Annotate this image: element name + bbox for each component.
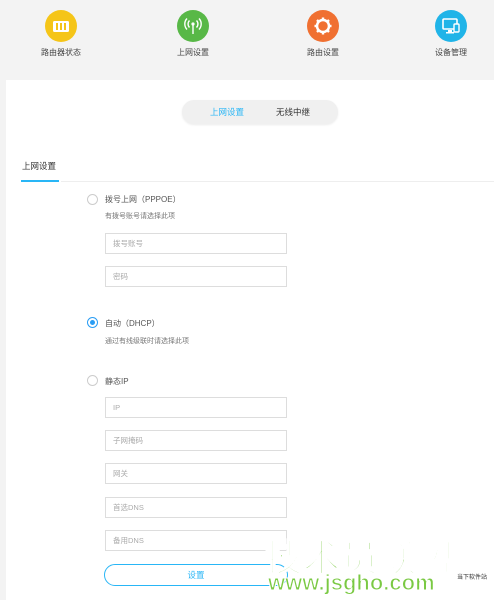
nav-label: 路由器状态: [41, 48, 81, 57]
pppoe-hint: 有拨号账号请选择此项: [105, 213, 175, 220]
dhcp-radio[interactable]: [87, 317, 98, 328]
nav-label: 路由设置: [307, 48, 339, 57]
top-navigation: 路由器状态 上网设置 路由设置 设备管理: [0, 0, 494, 80]
static-ip-label: 静态IP: [105, 377, 129, 386]
submit-settings-button[interactable]: 设置: [104, 564, 288, 586]
wifi-antenna-icon: [177, 10, 209, 42]
watermark-url: www.jsgho.com: [268, 570, 436, 596]
pppoe-account-input[interactable]: 拨号账号: [105, 233, 287, 254]
section-title: 上网设置: [22, 161, 57, 171]
tab-internet-settings[interactable]: 上网设置: [210, 100, 244, 124]
dhcp-label: 自动（DHCP）: [105, 319, 160, 328]
pppoe-password-input[interactable]: 密码: [105, 266, 287, 287]
subtab-switcher: 上网设置 无线中继: [182, 100, 338, 124]
watermark-corner-text: 当下软件站: [457, 575, 488, 581]
secondary-dns-input[interactable]: 备用DNS: [105, 530, 287, 551]
pppoe-radio[interactable]: [87, 194, 98, 205]
section-divider: [61, 181, 494, 182]
subnet-mask-input[interactable]: 子网掩码: [105, 430, 287, 451]
nav-item-device-management[interactable]: 设备管理: [406, 10, 494, 58]
tab-wireless-repeater[interactable]: 无线中继: [276, 100, 310, 124]
nav-label: 上网设置: [177, 48, 209, 57]
static-ip-radio[interactable]: [87, 375, 98, 386]
nav-item-router-status[interactable]: 路由器状态: [16, 10, 106, 58]
settings-panel: 上网设置 无线中继 上网设置 拨号上网（PPPOE） 有拨号账号请选择此项 拨号…: [6, 80, 494, 600]
nav-label: 设备管理: [435, 48, 467, 57]
pppoe-label: 拨号上网（PPPOE）: [105, 195, 181, 204]
status-icon: [45, 10, 77, 42]
nav-item-internet-settings[interactable]: 上网设置: [148, 10, 238, 58]
ip-input[interactable]: IP: [105, 397, 287, 418]
nav-item-router-settings[interactable]: 路由设置: [278, 10, 368, 58]
section-title-underline: [21, 180, 59, 182]
gateway-input[interactable]: 网关: [105, 463, 287, 484]
dhcp-hint: 通过有线级联时请选择此项: [105, 338, 189, 345]
monitor-icon: [435, 10, 467, 42]
primary-dns-input[interactable]: 首选DNS: [105, 497, 287, 518]
gear-icon: [307, 10, 339, 42]
